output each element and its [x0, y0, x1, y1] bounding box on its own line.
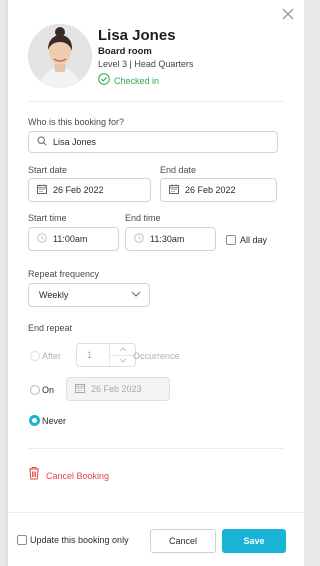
- stepper-down-icon[interactable]: [110, 354, 135, 367]
- calendar-icon: [169, 184, 179, 196]
- user-name: Lisa Jones: [98, 27, 176, 44]
- end-time-value: 11:30am: [150, 234, 185, 244]
- end-on-date-field[interactable]: 26 Feb 2023: [66, 377, 170, 401]
- all-day-checkbox[interactable]: [226, 235, 236, 245]
- trash-icon: [28, 466, 40, 485]
- end-never-label: Never: [42, 416, 67, 426]
- end-time-label: End time: [125, 213, 161, 223]
- end-time-field[interactable]: 11:30am: [125, 227, 216, 251]
- clock-icon: [134, 233, 144, 245]
- footer: Update this booking only Cancel Save: [8, 512, 304, 566]
- cancel-booking-link[interactable]: Cancel Booking: [28, 466, 109, 485]
- close-icon[interactable]: [280, 6, 296, 22]
- end-date-value: 26 Feb 2022: [185, 185, 236, 195]
- end-date-label: End date: [160, 165, 197, 175]
- room-location: Level 3 | Head Quarters: [98, 59, 194, 69]
- search-icon: [37, 136, 47, 148]
- repeat-frequency-label: Repeat frequency: [28, 269, 100, 279]
- occurrence-value: 1: [87, 350, 93, 360]
- end-on-date-value: 26 Feb 2023: [91, 384, 142, 394]
- update-only-checkbox[interactable]: [17, 535, 27, 545]
- start-time-field[interactable]: 11:00am: [28, 227, 119, 251]
- start-date-field[interactable]: 26 Feb 2022: [28, 178, 151, 202]
- divider: [28, 101, 284, 102]
- booking-for-input[interactable]: Lisa Jones: [28, 131, 278, 153]
- calendar-icon: [37, 184, 47, 196]
- chevron-down-icon: [131, 290, 141, 300]
- repeat-frequency-select[interactable]: Weekly: [28, 283, 150, 307]
- update-only-label: Update this booking only: [30, 535, 129, 545]
- booking-for-label: Who is this booking for?: [28, 117, 125, 127]
- end-never-radio[interactable]: [29, 415, 40, 426]
- avatar: [28, 24, 92, 88]
- booking-panel: Lisa Jones Board room Level 3 | Head Qua…: [8, 0, 304, 566]
- stepper-up-icon[interactable]: [110, 344, 135, 355]
- room-name: Board room: [98, 46, 152, 57]
- repeat-frequency-value: Weekly: [39, 290, 69, 300]
- start-time-label: Start time: [28, 213, 67, 223]
- cancel-button[interactable]: Cancel: [150, 529, 216, 553]
- end-after-label: After: [42, 351, 62, 361]
- calendar-icon: [75, 383, 85, 395]
- start-date-value: 26 Feb 2022: [53, 185, 104, 195]
- end-date-field[interactable]: 26 Feb 2022: [160, 178, 277, 202]
- start-time-value: 11:00am: [53, 234, 88, 244]
- end-on-label: On: [42, 385, 55, 395]
- all-day-label: All day: [240, 235, 268, 245]
- end-on-radio[interactable]: [30, 385, 40, 395]
- save-button[interactable]: Save: [222, 529, 286, 553]
- occurrence-stepper[interactable]: 1: [76, 343, 136, 367]
- status-badge: Checked in: [98, 72, 160, 90]
- booking-for-value: Lisa Jones: [53, 137, 97, 147]
- occurrence-label: Occurrence: [133, 351, 180, 361]
- status-text: Checked in: [114, 76, 160, 86]
- end-repeat-label: End repeat: [28, 323, 73, 333]
- check-circle-icon: [98, 72, 110, 90]
- clock-icon: [37, 233, 47, 245]
- end-after-radio[interactable]: [30, 351, 40, 361]
- start-date-label: Start date: [28, 165, 68, 175]
- cancel-booking-label: Cancel Booking: [46, 470, 110, 481]
- divider: [28, 448, 284, 449]
